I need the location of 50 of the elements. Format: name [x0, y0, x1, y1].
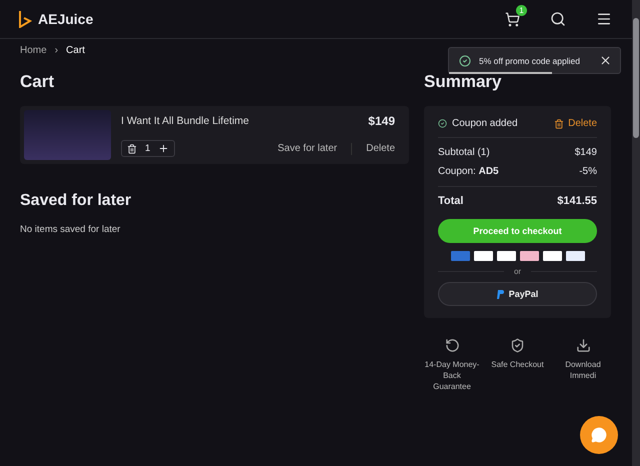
- trash-icon[interactable]: [127, 144, 137, 154]
- summary-value: $149: [574, 147, 597, 158]
- check-icon: [438, 119, 447, 128]
- breadcrumb-separator: ›: [54, 45, 58, 56]
- refund-icon: [444, 338, 460, 353]
- payment-card-icon: [450, 251, 470, 261]
- payment-card-icon: [542, 251, 562, 261]
- total-label: Total: [438, 195, 464, 207]
- close-button[interactable]: [599, 54, 612, 67]
- shield-icon: [510, 338, 525, 353]
- delete-button[interactable]: Delete: [366, 143, 395, 154]
- payment-card-icon: [474, 251, 492, 261]
- summary-label: Coupon: AD5: [438, 166, 499, 177]
- payment-card-icon: [520, 251, 538, 261]
- empty-message: No items saved for later: [20, 224, 122, 235]
- payment-card-icon: [496, 251, 516, 261]
- feature-text: 14-Day Money-Back Guarantee: [424, 359, 480, 393]
- total-value: $141.55: [557, 195, 597, 207]
- product-price: $149: [368, 114, 395, 128]
- summary-title: Summary: [424, 72, 502, 92]
- save-for-later-button[interactable]: Save for later: [278, 143, 338, 154]
- product-name: I Want It All Bundle Lifetime: [121, 115, 250, 127]
- cart-count-badge: 1: [516, 4, 527, 16]
- download-icon: [576, 338, 590, 353]
- toast-message: 5% off promo code applied: [479, 56, 581, 66]
- chat-bubble-icon: [591, 427, 607, 443]
- logo-text: AEJuice: [38, 11, 94, 27]
- feature-text: Safe Checkout: [491, 359, 544, 370]
- cart-title: Cart: [20, 72, 56, 92]
- breadcrumb-link[interactable]: Home: [20, 45, 47, 56]
- feature-text: Download Immedi: [564, 359, 602, 382]
- paypal-icon: [496, 290, 504, 298]
- saved-title: Saved for later: [20, 192, 132, 210]
- chat-button[interactable]: [580, 416, 618, 454]
- logo-icon: [18, 10, 32, 28]
- plus-icon[interactable]: [158, 143, 170, 154]
- trash-icon: [554, 118, 564, 128]
- summary-value: -5%: [579, 166, 597, 177]
- paypal-button[interactable]: PayPal: [438, 282, 597, 306]
- payment-card-icon: [566, 251, 584, 261]
- check-icon: [459, 54, 471, 66]
- or-divider-text: or: [514, 267, 522, 276]
- search-button[interactable]: [550, 11, 566, 27]
- menu-button[interactable]: [596, 11, 612, 27]
- breadcrumb-link[interactable]: Cart: [66, 45, 85, 56]
- coupon-status: Coupon added: [438, 118, 518, 129]
- quantity-value: 1: [145, 143, 150, 154]
- quantity-stepper[interactable]: 1: [121, 140, 176, 157]
- coupon-delete-button[interactable]: Delete: [554, 118, 597, 129]
- summary-label: Subtotal (1): [438, 147, 490, 158]
